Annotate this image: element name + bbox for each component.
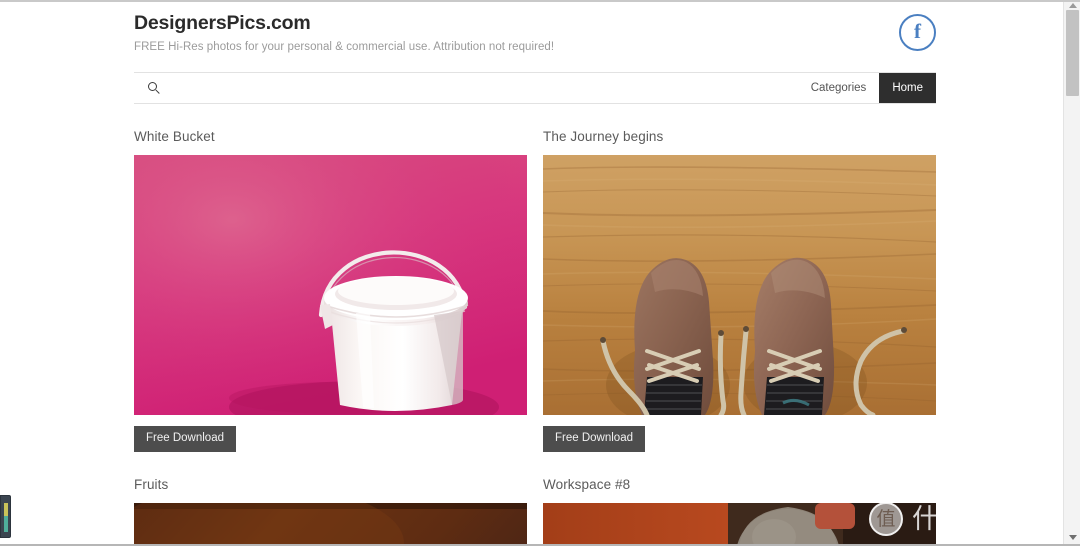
- edge-widget-bar-teal: [4, 516, 8, 532]
- free-download-button[interactable]: Free Download: [543, 426, 645, 452]
- photo-title: Workspace #8: [543, 477, 631, 492]
- scroll-down-arrow-icon[interactable]: [1069, 535, 1077, 540]
- scroll-up-arrow-icon[interactable]: [1069, 3, 1077, 8]
- vertical-scrollbar[interactable]: [1063, 2, 1080, 544]
- navigation-bar: Categories Home: [134, 72, 936, 104]
- white-bucket-photo[interactable]: [134, 155, 527, 415]
- page-container: DesignersPics.com FREE Hi-Res photos for…: [134, 2, 936, 544]
- browser-viewport: DesignersPics.com FREE Hi-Res photos for…: [0, 0, 1080, 546]
- webpage-content: DesignersPics.com FREE Hi-Res photos for…: [0, 2, 1063, 544]
- workspace-8-photo[interactable]: [543, 503, 936, 544]
- facebook-icon[interactable]: f: [899, 14, 936, 51]
- photo-card: White Bucket Free Download: [134, 127, 527, 452]
- photo-card: Fruits: [134, 475, 527, 544]
- nav-link-categories[interactable]: Categories: [798, 73, 880, 103]
- facebook-f-glyph: f: [914, 19, 921, 43]
- photo-card: Workspace #8: [543, 475, 936, 544]
- nav-link-home[interactable]: Home: [879, 73, 936, 103]
- fruits-photo[interactable]: [134, 503, 527, 544]
- search-input[interactable]: [170, 82, 470, 94]
- edge-dock-widget[interactable]: [0, 495, 11, 538]
- site-title: DesignersPics.com: [134, 12, 311, 34]
- scrollbar-thumb[interactable]: [1066, 10, 1079, 96]
- photo-title: Fruits: [134, 477, 169, 492]
- search-icon[interactable]: [148, 81, 161, 95]
- photo-gallery: White Bucket Free Download The Journey b…: [134, 104, 936, 544]
- nav-links: Categories Home: [798, 73, 936, 103]
- free-download-button[interactable]: Free Download: [134, 426, 236, 452]
- photo-card: The Journey begins Free Download: [543, 127, 936, 452]
- brown-shoes-on-wood-photo[interactable]: [543, 155, 936, 415]
- search-box[interactable]: [134, 73, 798, 103]
- site-header: DesignersPics.com FREE Hi-Res photos for…: [134, 2, 936, 55]
- photo-title: White Bucket: [134, 129, 215, 144]
- site-tagline: FREE Hi-Res photos for your personal & c…: [134, 41, 555, 53]
- edge-widget-bar-yellow: [4, 503, 8, 516]
- photo-title: The Journey begins: [543, 129, 664, 144]
